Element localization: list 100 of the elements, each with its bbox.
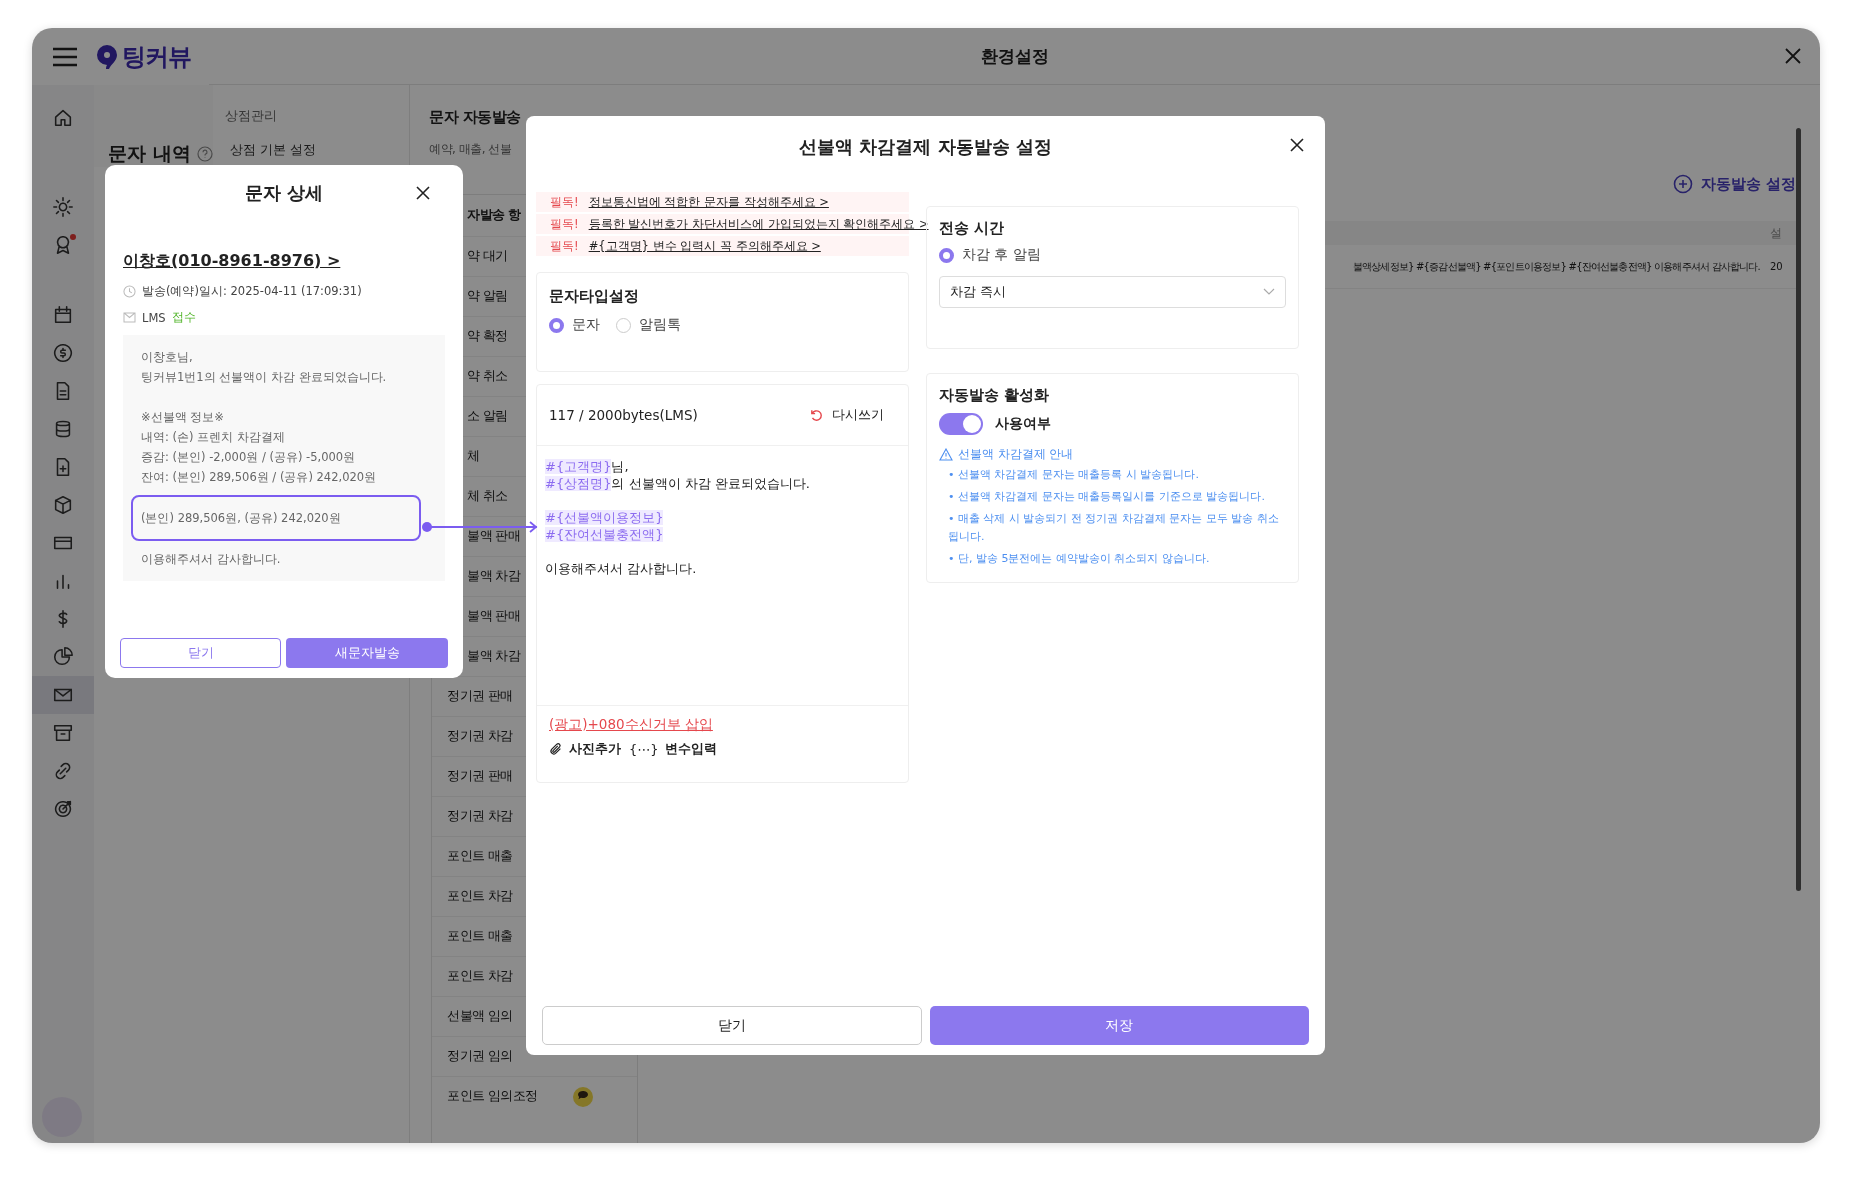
list-item[interactable]: 포인트 매출	[447, 848, 513, 865]
scrollbar[interactable]	[1796, 128, 1801, 891]
list-item[interactable]: 체 취소	[467, 488, 508, 505]
notice-link[interactable]: 정보통신법에 적합한 문자를 작성해주세요 >	[588, 194, 829, 210]
list-item[interactable]: 포인트 임의조정	[447, 1088, 538, 1105]
close-button[interactable]: 닫기	[542, 1006, 922, 1045]
settings-nav-item[interactable]: 상점 기본 설정	[225, 141, 409, 159]
radio-option[interactable]: 차감 후 알림	[939, 246, 1041, 264]
list-item[interactable]: 정기권 차감	[447, 728, 513, 745]
add-auto-send-button[interactable]: 자동발송 설정	[1672, 173, 1796, 195]
message-type: LMS	[142, 310, 166, 325]
message-line: ※선불액 정보※	[141, 409, 225, 426]
close-icon[interactable]	[1289, 137, 1305, 153]
target-icon	[52, 798, 74, 820]
table-cell-text: 불액상세정보} #{증감선불액} #{포인트이용정보} #{잔여선불충전액} 이용해주셔서 감사합니다.	[1352, 259, 1761, 274]
new-message-button[interactable]: 새문자발송	[286, 638, 448, 668]
logo-text: 팅커뷰	[122, 41, 191, 73]
variable-tag: #{선불액이용정보}	[545, 510, 664, 525]
list-item[interactable]: 불액 차감	[467, 568, 521, 585]
message-text: 님,	[611, 459, 629, 474]
status-label: 접수	[171, 310, 196, 325]
list-item[interactable]: 약 알림	[467, 288, 508, 305]
message-line: 증감: (본인) -2,000원 / (공유) -5,000원	[141, 449, 357, 466]
home-icon	[52, 107, 74, 129]
message-text: 이용해주셔서 감사합니다.	[545, 561, 697, 576]
list-item[interactable]: 약 확정	[467, 328, 508, 345]
section-title: 문자 자동발송	[429, 107, 521, 128]
highlighted-text: (본인) 289,506원, (공유) 242,020원	[131, 495, 421, 541]
pie-chart-icon	[52, 646, 74, 668]
dialog-title: 선불액 차감결제 자동발송 설정	[799, 135, 1052, 159]
message-line: 내역: (손) 프렌치 차감결제	[141, 429, 286, 446]
list-item[interactable]: 포인트 매출	[447, 928, 513, 945]
info-item: • 단, 발송 5분전에는 예약발송이 취소되지 않습니다.	[947, 551, 1211, 567]
message-line: 잔여: (본인) 289,506원 / (공유) 242,020원	[141, 469, 378, 486]
list-item[interactable]: 불액 차감	[467, 648, 521, 665]
logo-icon	[96, 43, 118, 70]
list-item[interactable]: 불액 판매	[467, 528, 521, 545]
message-line: 이창호님,	[141, 349, 194, 366]
page-title: 문자 내역	[108, 141, 191, 166]
mail-icon	[123, 312, 136, 323]
message-text-area[interactable]: #{고객명}님, #{상점명}의 선불액이 차감 완료되었습니다. #{선불액이용정보} #{잔여선불충전액} 이용해주셔서 감사합니다.	[537, 446, 908, 706]
list-item[interactable]: 정기권 판매	[447, 768, 513, 785]
notice-tag: 필독!	[550, 194, 579, 210]
notice-tag: 필독!	[550, 216, 579, 232]
list-header: 자발송 항	[467, 207, 521, 224]
dialog-title: 문자 상세	[244, 181, 324, 205]
coin-icon	[52, 342, 74, 364]
ad-opt-out-link[interactable]: (광고)+080수신거부 삽입	[549, 716, 713, 734]
menu-icon[interactable]	[52, 46, 78, 67]
list-item[interactable]: 정기권 임의	[447, 1048, 513, 1065]
info-title: 선불액 차감결제 안내	[958, 447, 1074, 462]
card-title: 전송 시간	[939, 219, 1006, 238]
help-icon[interactable]	[196, 146, 213, 162]
variable-tag: #{고객명}	[545, 459, 612, 474]
recipient-link[interactable]: 이창호(010-8961-8976) >	[123, 251, 445, 272]
save-button[interactable]: 저장	[929, 1006, 1309, 1045]
calendar-icon	[52, 304, 74, 326]
list-item[interactable]: 선불액 임의	[447, 1008, 513, 1025]
list-item[interactable]: 정기권 차감	[447, 808, 513, 825]
plus-circle-icon	[1672, 174, 1693, 194]
list-item[interactable]: 불액 판매	[467, 608, 521, 625]
message-line: 팅커뷰1번1의 선불액이 차감 완료되었습니다.	[141, 369, 388, 386]
variable-tag: #{상점명}	[545, 476, 612, 491]
toggle-switch[interactable]	[939, 413, 983, 435]
list-item[interactable]: 정기권 판매	[447, 688, 513, 705]
sent-time: 발송(예약)일시: 2025-04-11 (17:09:31)	[142, 284, 362, 299]
close-icon[interactable]	[415, 185, 431, 201]
variable-input-button[interactable]: {⋯} 변수입력	[629, 740, 717, 758]
reset-icon	[809, 407, 824, 423]
list-item[interactable]: 약 취소	[467, 368, 508, 385]
mail-nav-button[interactable]	[32, 676, 94, 714]
clock-icon	[123, 285, 136, 298]
variable-tag: #{잔여선불충전액}	[545, 527, 664, 542]
notice-link[interactable]: #{고객명} 변수 입력시 꼭 주의해주세요 >	[588, 238, 821, 254]
card-title: 자동발송 활성화	[939, 386, 1051, 405]
window-title: 환경설정	[980, 44, 1049, 68]
list-item[interactable]: 포인트 차감	[447, 968, 513, 985]
radio-option[interactable]: 알림톡	[616, 316, 681, 334]
list-item[interactable]: 포인트 차감	[447, 888, 513, 905]
section-subtitle: 예약, 매출, 선불	[429, 141, 512, 158]
rewrite-button[interactable]: 다시쓰기	[809, 406, 884, 424]
byte-counter: 117 / 2000bytes(LMS)	[549, 407, 698, 423]
add-photo-button[interactable]: 사진추가	[549, 740, 621, 758]
message-line: 이용해주셔서 감사합니다.	[141, 551, 282, 568]
paperclip-icon	[549, 742, 563, 756]
list-item[interactable]: 소 알림	[467, 408, 508, 425]
info-item: • 선불액 차감결제 문자는 매출등록 시 발송됩니다.	[947, 467, 1200, 483]
info-item: • 선불액 차감결제 문자는 매출등록일시를 기준으로 발송됩니다.	[947, 489, 1266, 505]
list-item[interactable]: 약 대기	[467, 248, 508, 265]
list-item[interactable]: 체	[467, 448, 480, 465]
info-item: • 매출 삭제 시 발송되기 전 정기권 차감결제 문자는 모두 발송 취소됩니다.	[947, 511, 1280, 545]
toggle-label: 사용여부	[995, 415, 1051, 433]
chevron-down-icon	[1263, 288, 1275, 296]
close-button[interactable]: 닫기	[120, 638, 281, 668]
box-icon	[52, 494, 74, 516]
archive-icon	[52, 722, 74, 744]
radio-option[interactable]: 문자	[549, 316, 600, 334]
timing-dropdown[interactable]: 차감 즉시	[939, 276, 1286, 308]
card-title: 문자타입설정	[549, 287, 640, 306]
warning-icon	[939, 448, 953, 461]
